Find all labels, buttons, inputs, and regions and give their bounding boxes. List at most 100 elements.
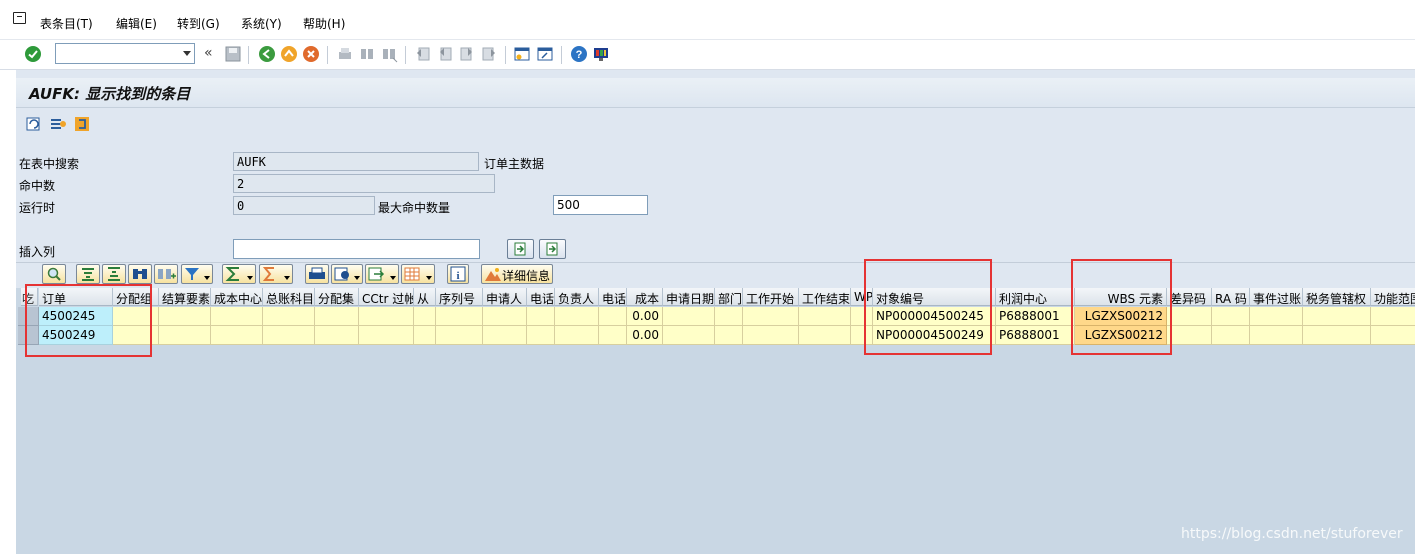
table-cell[interactable] (436, 307, 483, 326)
column-header[interactable]: 申请人 (483, 288, 527, 306)
find-next-button[interactable] (154, 264, 178, 284)
column-header[interactable]: 工作开始 (743, 288, 799, 306)
column-header[interactable]: 分配集 (315, 288, 359, 306)
find-icon[interactable] (358, 45, 376, 63)
table-cell[interactable] (1250, 326, 1303, 345)
column-header[interactable]: RA 码 (1212, 288, 1250, 306)
column-header[interactable]: 电话 (599, 288, 627, 306)
exit-icon[interactable] (280, 45, 298, 63)
customize-layout-icon[interactable] (592, 45, 610, 63)
table-cell[interactable] (359, 307, 414, 326)
print-preview-button[interactable] (305, 264, 329, 284)
column-header[interactable]: 序列号 (436, 288, 483, 306)
chevron-down-icon[interactable] (183, 51, 191, 56)
table-cell[interactable] (799, 326, 851, 345)
table-cell[interactable]: P6888001 (996, 326, 1075, 345)
save-icon[interactable] (224, 45, 242, 63)
table-cell[interactable] (527, 326, 555, 345)
chevron-down-icon[interactable] (204, 276, 210, 280)
table-cell[interactable] (1212, 307, 1250, 326)
back-icon[interactable] (258, 45, 276, 63)
first-page-icon[interactable] (414, 45, 432, 63)
insert-all-columns-button[interactable] (539, 239, 566, 259)
selection-options-icon[interactable] (50, 116, 66, 132)
table-cell[interactable] (1371, 307, 1415, 326)
enter-check-icon[interactable] (24, 45, 42, 63)
table-cell[interactable] (599, 307, 627, 326)
return-icon[interactable] (74, 116, 90, 132)
export-button[interactable] (365, 264, 399, 284)
chevron-down-icon[interactable] (247, 276, 253, 280)
create-session-icon[interactable] (513, 45, 531, 63)
menu-goto[interactable]: 转到(G) (177, 15, 220, 32)
print-icon[interactable] (336, 45, 354, 63)
table-cell[interactable] (315, 307, 359, 326)
column-header[interactable]: 利润中心 (996, 288, 1075, 306)
chevron-down-icon[interactable] (354, 276, 360, 280)
table-cell[interactable] (663, 307, 715, 326)
subtotal-button[interactable] (259, 264, 293, 284)
column-header[interactable]: 申请日期 (663, 288, 715, 306)
sort-ascending-button[interactable] (76, 264, 100, 284)
table-cell[interactable] (263, 307, 315, 326)
filter-button[interactable] (181, 264, 213, 284)
table-cell[interactable] (315, 326, 359, 345)
information-button[interactable]: i (447, 264, 469, 284)
table-cell[interactable] (1371, 326, 1415, 345)
table-cell[interactable] (159, 326, 211, 345)
table-cell[interactable] (414, 307, 436, 326)
table-cell[interactable] (159, 307, 211, 326)
table-cell[interactable] (1167, 307, 1212, 326)
column-header[interactable]: 工作结束 (799, 288, 851, 306)
table-cell[interactable] (359, 326, 414, 345)
column-header[interactable]: 功能范围 (1371, 288, 1415, 306)
max-hits-input[interactable]: 500 (553, 195, 648, 215)
previous-page-icon[interactable] (436, 45, 454, 63)
column-header[interactable]: 成本 (627, 288, 663, 306)
table-cell[interactable] (663, 326, 715, 345)
help-icon[interactable]: ? (570, 45, 588, 63)
table-cell[interactable] (483, 326, 527, 345)
table-cell[interactable] (1212, 326, 1250, 345)
table-cell[interactable] (527, 307, 555, 326)
refresh-icon[interactable] (26, 116, 42, 132)
layout-button[interactable] (401, 264, 435, 284)
table-cell[interactable] (555, 307, 599, 326)
collapse-icon[interactable]: « (204, 45, 213, 61)
total-button[interactable] (222, 264, 256, 284)
column-header[interactable]: CCtr 过帐 (359, 288, 414, 306)
column-header[interactable]: 结算要素 (159, 288, 211, 306)
menu-table-entry[interactable]: 表条目(T) (40, 15, 93, 32)
menu-system[interactable]: 系统(Y) (241, 15, 282, 32)
menu-edit[interactable]: 编辑(E) (116, 15, 157, 32)
table-cell[interactable] (715, 326, 743, 345)
column-header[interactable]: 事件过账 (1250, 288, 1303, 306)
column-header[interactable]: 负责人 (555, 288, 599, 306)
sort-descending-button[interactable] (102, 264, 126, 284)
cancel-icon[interactable] (302, 45, 320, 63)
find-button[interactable] (128, 264, 152, 284)
table-cell[interactable] (1303, 326, 1371, 345)
table-cell[interactable] (743, 307, 799, 326)
table-cell[interactable] (211, 307, 263, 326)
column-header[interactable]: 总账科目 (263, 288, 315, 306)
column-header[interactable]: 税务管辖权 (1303, 288, 1371, 306)
chevron-down-icon[interactable] (426, 276, 432, 280)
table-cell[interactable] (211, 326, 263, 345)
next-page-icon[interactable] (458, 45, 476, 63)
chevron-down-icon[interactable] (390, 276, 396, 280)
table-cell[interactable] (436, 326, 483, 345)
system-menu-icon[interactable] (13, 12, 26, 24)
column-header[interactable]: 电话 (527, 288, 555, 306)
table-cell[interactable] (599, 326, 627, 345)
detail-info-button[interactable]: 详细信息 (481, 264, 553, 284)
column-header[interactable]: 成本中心 (211, 288, 263, 306)
shortcut-icon[interactable] (536, 45, 554, 63)
table-cell[interactable] (1250, 307, 1303, 326)
column-header[interactable]: 从 (414, 288, 436, 306)
chevron-down-icon[interactable] (284, 276, 290, 280)
column-header[interactable]: 差异码 (1167, 288, 1212, 306)
views-button[interactable] (331, 264, 363, 284)
table-cell[interactable] (414, 326, 436, 345)
insert-column-button[interactable] (507, 239, 534, 259)
